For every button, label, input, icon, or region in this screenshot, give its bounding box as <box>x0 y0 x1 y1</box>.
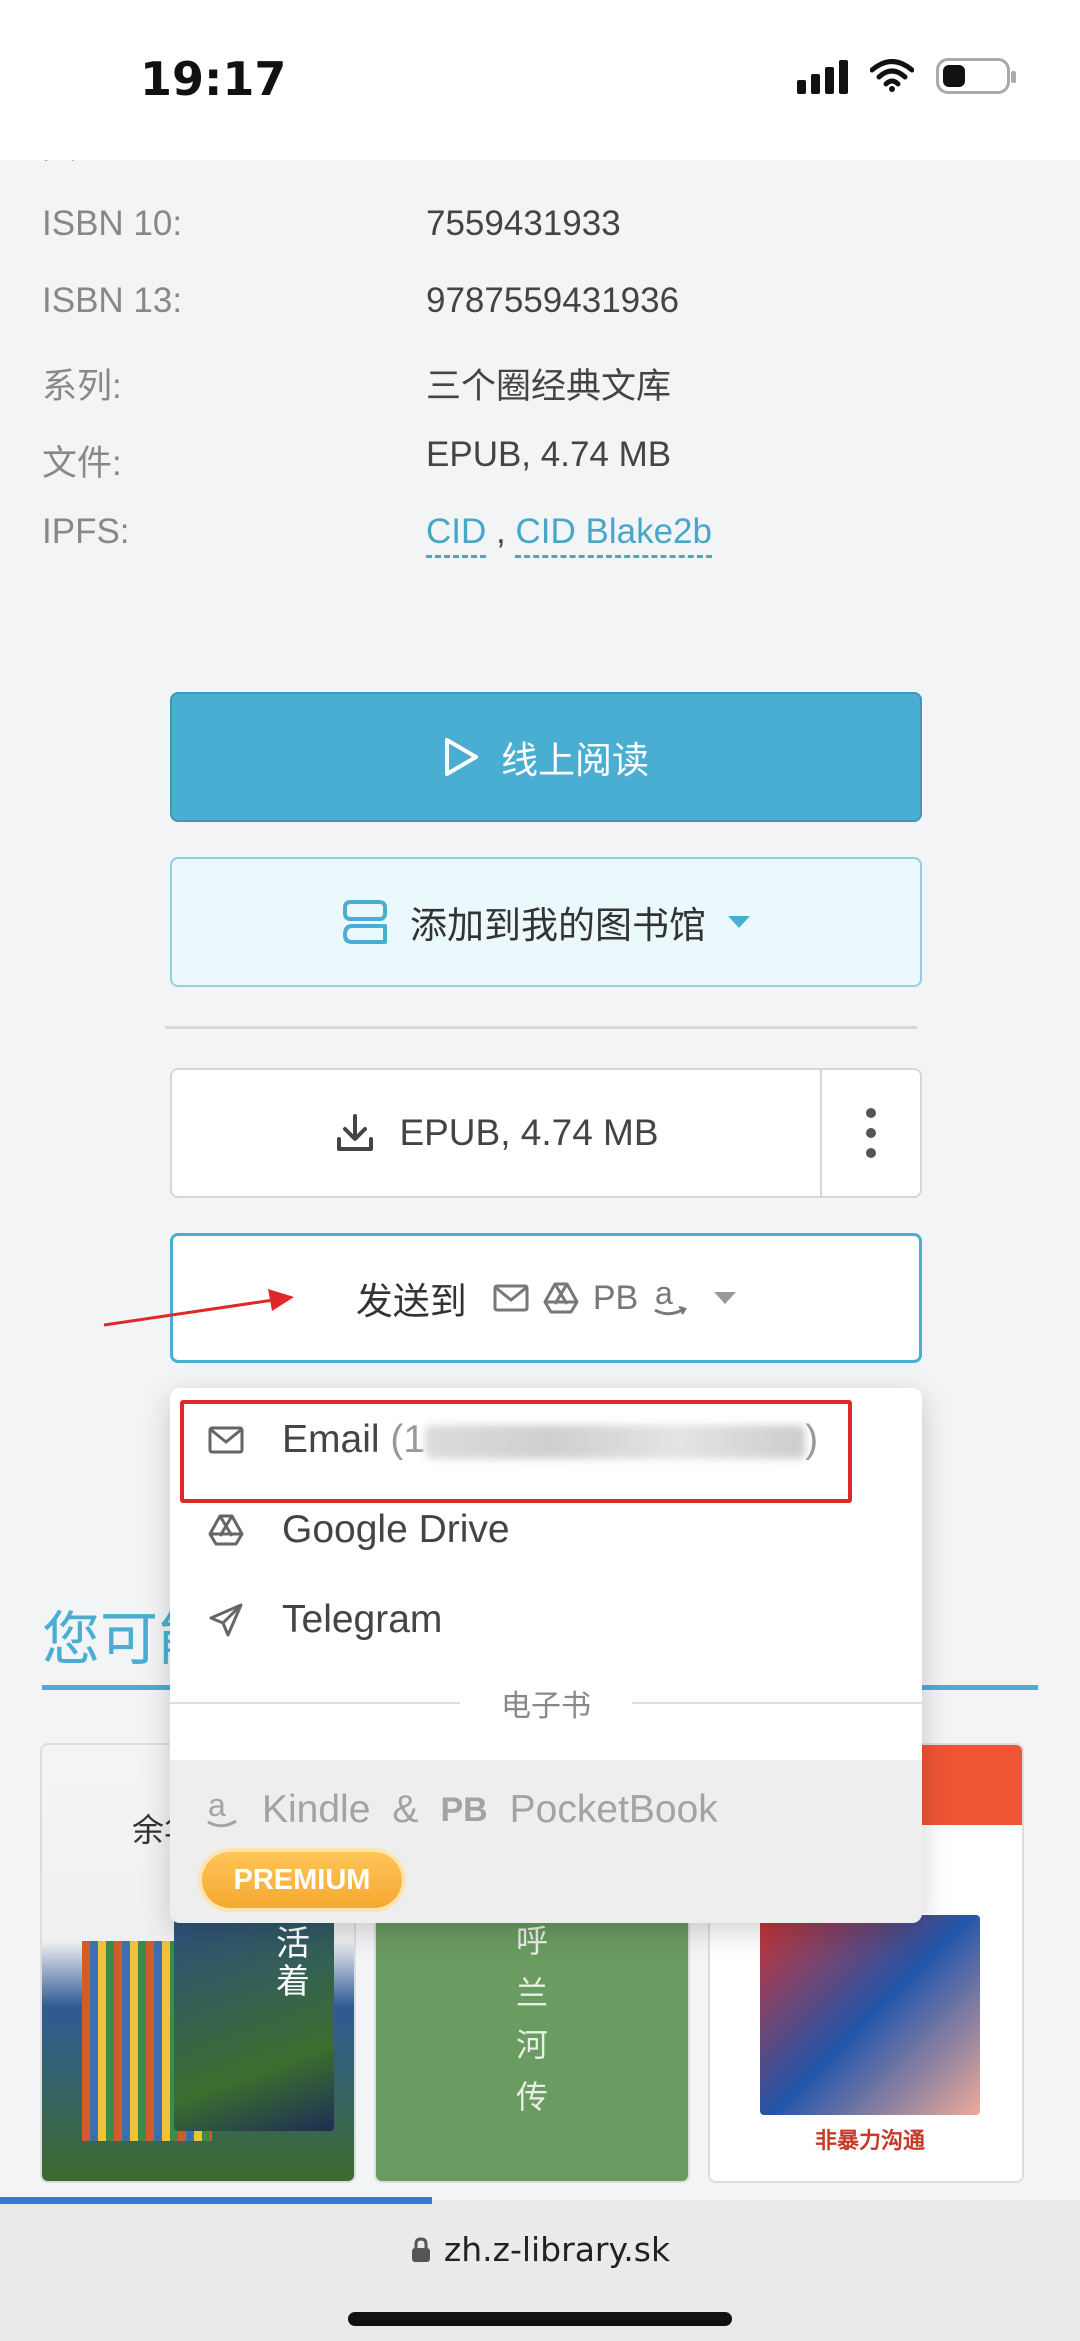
google-drive-icon <box>206 1510 246 1550</box>
pocketbook-text: PB <box>592 1278 639 1317</box>
status-icons <box>797 58 1016 94</box>
google-drive-icon <box>543 1282 579 1314</box>
download-group: EPUB, 4.74 MB <box>170 1068 922 1198</box>
page-load-progress <box>0 2197 432 2204</box>
home-indicator[interactable] <box>348 2312 732 2326</box>
detail-row-file: 文件: EPUB, 4.74 MB <box>0 435 1080 495</box>
battery-icon <box>936 58 1016 94</box>
detail-row-series: 系列: 三个圈经典文库 <box>0 358 1080 418</box>
section-label-text: 电子书 <box>501 1690 591 1723</box>
detail-value: EPUB, 4.74 MB <box>426 435 672 474</box>
chevron-down-icon <box>714 1292 737 1304</box>
download-button[interactable]: EPUB, 4.74 MB <box>172 1070 822 1196</box>
detail-row-isbn10: ISBN 10: 7559431933 <box>0 204 1080 264</box>
ampersand: & <box>392 1788 419 1831</box>
menu-item-telegram[interactable]: Telegram <box>170 1580 922 1660</box>
ipfs-cid-blake2b-link[interactable]: CID Blake2b <box>515 512 712 558</box>
kindle-pocketbook-line: a Kindle & PB PocketBook <box>206 1788 718 1832</box>
send-to-label: 发送到 <box>355 1281 467 1322</box>
browser-address-bar[interactable]: zh.z-library.sk <box>0 2200 1080 2341</box>
read-online-button[interactable]: 线上阅读 <box>170 692 922 822</box>
detail-row-ipfs: IPFS: CID , CID Blake2b <box>0 512 1080 572</box>
status-bar: 19:17 <box>0 0 1080 160</box>
telegram-icon <box>206 1600 246 1640</box>
signal-icon <box>797 58 848 94</box>
wifi-icon <box>870 59 914 92</box>
pocketbook-label: PocketBook <box>509 1788 718 1831</box>
kindle-label: Kindle <box>262 1788 371 1831</box>
url-display[interactable]: zh.z-library.sk <box>0 2230 1080 2269</box>
ipfs-separator: , <box>496 512 506 551</box>
book-cover-title: 呼兰河传 <box>516 1922 549 2116</box>
menu-item-kindle-pocketbook[interactable]: a Kindle & PB PocketBook PREMIUM <box>170 1760 922 1923</box>
book-cover-title: 活着 <box>276 1924 310 2002</box>
play-icon <box>445 738 478 776</box>
menu-item-label: Google Drive <box>282 1508 510 1551</box>
detail-value: 三个圈经典文库 <box>426 367 672 406</box>
divider <box>165 1026 917 1029</box>
svg-text:a: a <box>655 1278 673 1311</box>
amazon-icon: a <box>207 1790 237 1828</box>
book-cover-art <box>760 1915 980 2115</box>
detail-label: ISBN 13: <box>42 281 183 320</box>
more-options-button[interactable] <box>820 1070 920 1196</box>
detail-label: IPFS: <box>42 512 130 551</box>
lock-icon <box>411 2236 430 2262</box>
menu-item-label: Telegram <box>282 1598 443 1641</box>
mail-icon <box>493 1284 529 1312</box>
detail-row-isbn13: ISBN 13: 9787559431936 <box>0 281 1080 341</box>
detail-value: 7559431933 <box>426 204 621 243</box>
library-icon <box>343 900 387 944</box>
book-title: 非暴力沟通 <box>814 2128 925 2153</box>
chevron-down-icon <box>728 916 750 928</box>
url-text: zh.z-library.sk <box>443 2230 671 2269</box>
pocketbook-logo: PB <box>440 1790 488 1829</box>
more-vertical-icon <box>866 1108 876 1158</box>
download-label: EPUB, 4.74 MB <box>399 1112 659 1153</box>
annotation-highlight-box <box>180 1400 852 1503</box>
detail-label: 文件: <box>42 444 122 483</box>
detail-label: ISBN 10: <box>42 204 183 243</box>
amazon-icon: a <box>654 1278 688 1316</box>
annotation-arrow <box>103 1289 294 1327</box>
premium-badge: PREMIUM <box>202 1852 402 1908</box>
ipfs-cid-link[interactable]: CID <box>426 512 487 558</box>
ebook-section-label: 电子书 <box>170 1683 922 1723</box>
download-icon <box>337 1114 374 1151</box>
send-to-icons: PB a <box>493 1278 688 1318</box>
add-to-library-button[interactable]: 添加到我的图书馆 <box>170 857 922 987</box>
status-time: 19:17 <box>140 52 287 106</box>
read-online-label: 线上阅读 <box>501 740 649 781</box>
detail-label: 系列: <box>42 367 122 406</box>
add-to-library-label: 添加到我的图书馆 <box>410 905 706 946</box>
detail-value: 9787559431936 <box>426 281 680 320</box>
svg-text:a: a <box>208 1790 226 1823</box>
detail-value: CID , CID Blake2b <box>426 512 712 558</box>
